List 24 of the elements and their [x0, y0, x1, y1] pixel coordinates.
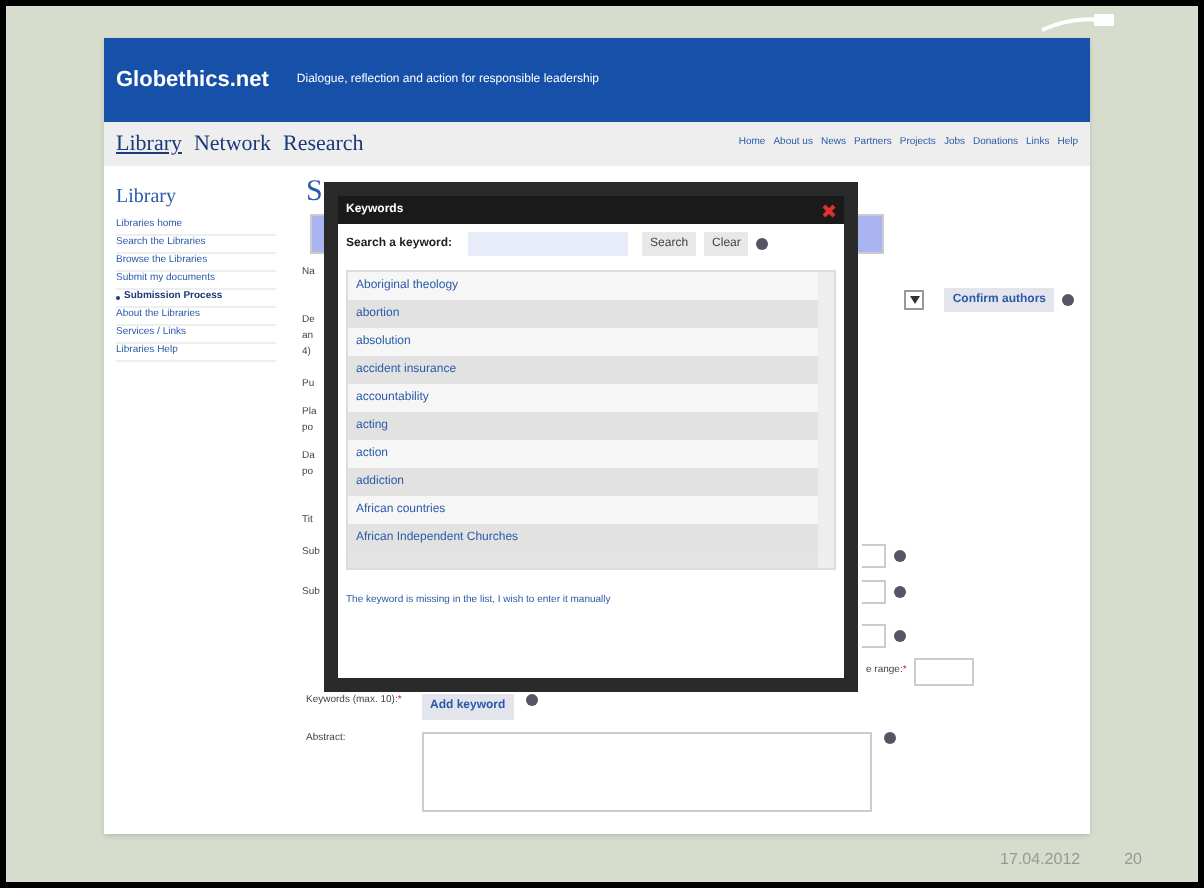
slide-date: 17.04.2012: [1000, 848, 1081, 872]
help-icon: [894, 550, 906, 562]
abstract-textarea[interactable]: [422, 732, 872, 812]
page-title: S: [306, 174, 323, 212]
close-icon[interactable]: [822, 203, 836, 217]
input-field[interactable]: [862, 624, 886, 648]
main-nav-tab[interactable]: Research: [282, 127, 364, 161]
range-field[interactable]: [914, 658, 975, 686]
help-icon: [894, 586, 906, 598]
input-field[interactable]: [862, 544, 886, 568]
sidebar-title: Library: [116, 184, 178, 212]
help-icon: [894, 630, 906, 642]
main-nav-tab[interactable]: Network: [193, 127, 271, 161]
dropdown[interactable]: [904, 290, 925, 310]
slide-number: 20: [1124, 848, 1142, 872]
logo-icon: [1038, 10, 1118, 34]
help-icon: [525, 694, 538, 706]
help-icon: [884, 732, 896, 744]
main-nav-tab[interactable]: Library: [116, 127, 182, 161]
help-icon: [1062, 294, 1074, 306]
caret-icon: [909, 296, 920, 304]
site-logo[interactable]: Globethics.net: [116, 63, 269, 97]
help-icon: [756, 238, 769, 250]
input-field[interactable]: [862, 580, 886, 604]
